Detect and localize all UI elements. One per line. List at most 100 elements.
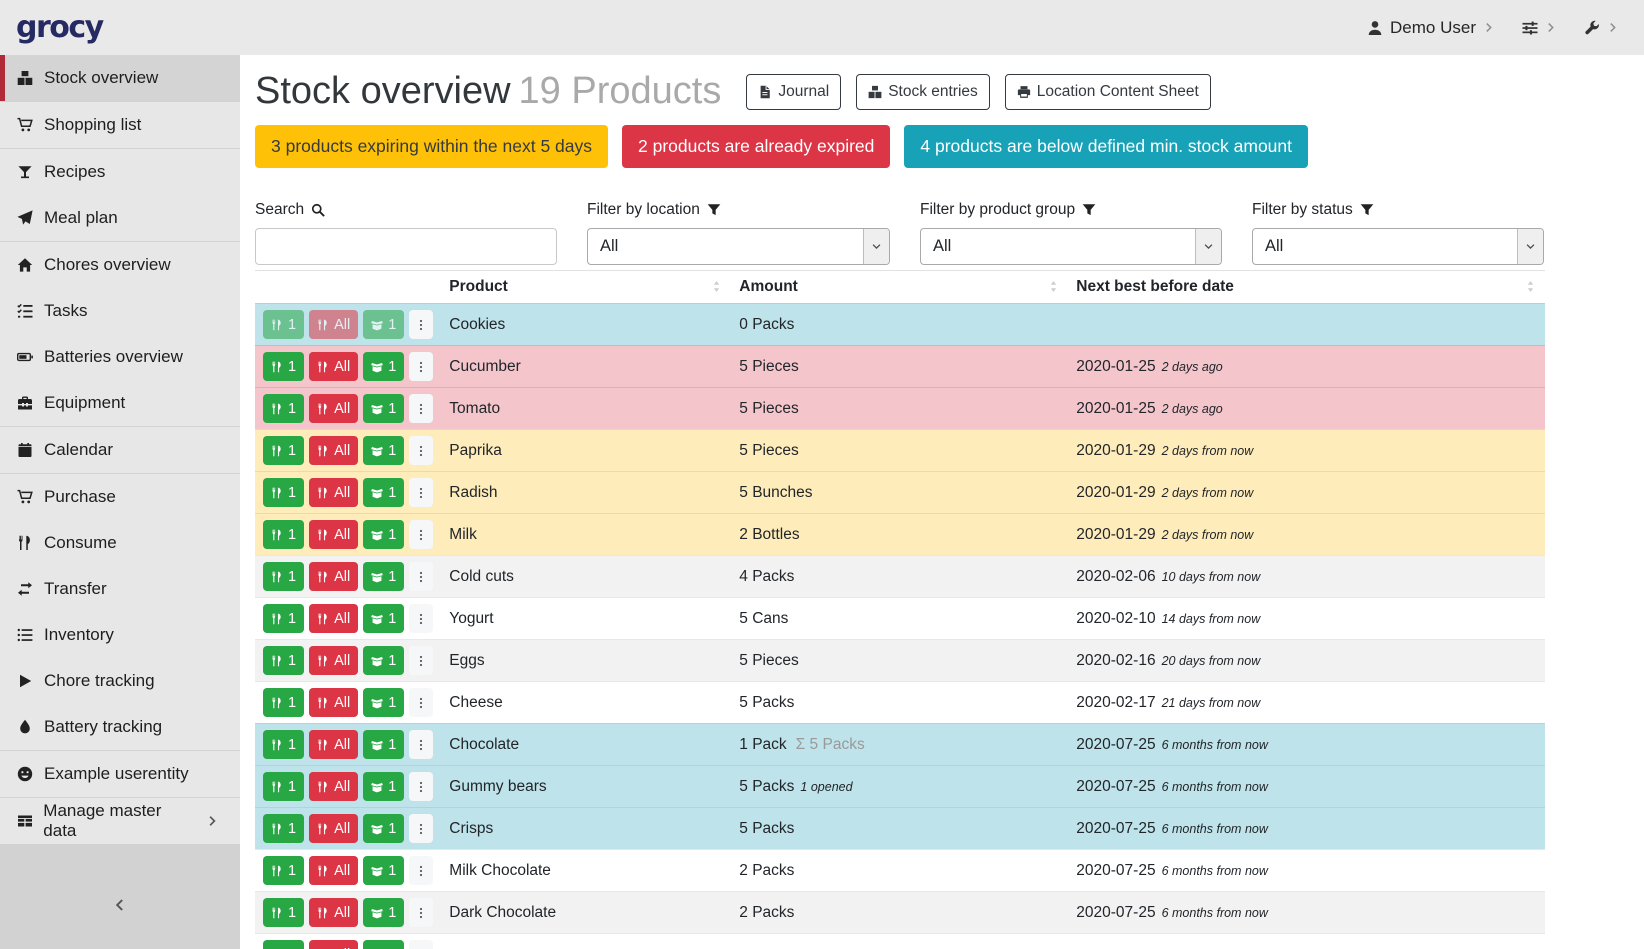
- consume-one-button[interactable]: 1: [263, 688, 304, 717]
- sidebar-item-calendar[interactable]: Calendar: [0, 427, 240, 473]
- filter-by-status-select[interactable]: All: [1252, 228, 1544, 265]
- sidebar-item-equipment[interactable]: Equipment: [0, 380, 240, 426]
- consume-one-button[interactable]: 1: [263, 814, 304, 843]
- open-one-button[interactable]: 1: [363, 394, 404, 423]
- open-one-button[interactable]: 1: [363, 352, 404, 381]
- consume-all-button[interactable]: All: [309, 478, 358, 507]
- sidebar-item-stock-overview[interactable]: Stock overview: [0, 55, 240, 101]
- row-more-button[interactable]: [409, 646, 433, 675]
- filter-by-location-select[interactable]: All: [587, 228, 890, 265]
- open-one-button[interactable]: 1: [363, 940, 404, 949]
- open-one-button[interactable]: 1: [363, 898, 404, 927]
- sidebar-item-example-userentity[interactable]: Example userentity: [0, 751, 240, 797]
- open-one-button[interactable]: 1: [363, 772, 404, 801]
- sidebar-item-purchase[interactable]: Purchase: [0, 474, 240, 520]
- sidebar-item-shopping-list[interactable]: Shopping list: [0, 102, 240, 148]
- row-more-button[interactable]: [409, 436, 433, 465]
- row-more-button[interactable]: [409, 940, 433, 949]
- consume-one-button[interactable]: 1: [263, 562, 304, 591]
- admin-menu[interactable]: [1584, 20, 1618, 36]
- row-more-button[interactable]: [409, 730, 433, 759]
- sidebar-item-battery-tracking[interactable]: Battery tracking: [0, 704, 240, 750]
- row-more-button[interactable]: [409, 688, 433, 717]
- consume-all-button[interactable]: All: [309, 814, 358, 843]
- row-more-button[interactable]: [409, 814, 433, 843]
- row-more-button[interactable]: [409, 520, 433, 549]
- sidebar-item-recipes[interactable]: Recipes: [0, 149, 240, 195]
- user-menu[interactable]: Demo User: [1367, 18, 1494, 38]
- consume-one-button[interactable]: 1: [263, 310, 304, 339]
- consume-all-button[interactable]: All: [309, 436, 358, 465]
- consume-all-button[interactable]: All: [309, 772, 358, 801]
- open-one-button[interactable]: 1: [363, 520, 404, 549]
- sidebar-collapse-button[interactable]: [0, 844, 240, 949]
- settings-menu[interactable]: [1522, 20, 1556, 36]
- consume-all-button[interactable]: All: [309, 310, 358, 339]
- open-one-button[interactable]: 1: [363, 310, 404, 339]
- stock-entries-button[interactable]: Stock entries: [856, 74, 990, 110]
- row-more-button[interactable]: [409, 352, 433, 381]
- open-one-button[interactable]: 1: [363, 730, 404, 759]
- sidebar-item-transfer[interactable]: Transfer: [0, 566, 240, 612]
- consume-all-button[interactable]: All: [309, 604, 358, 633]
- consume-one-button[interactable]: 1: [263, 478, 304, 507]
- sidebar-item-chore-tracking[interactable]: Chore tracking: [0, 658, 240, 704]
- row-more-button[interactable]: [409, 310, 433, 339]
- product-name: [441, 934, 731, 949]
- sidebar-item-tasks[interactable]: Tasks: [0, 288, 240, 334]
- sidebar-item-manage-master-data[interactable]: Manage master data: [0, 798, 240, 844]
- date-note: 6 months from now: [1162, 822, 1268, 836]
- product-amount: [731, 934, 1068, 949]
- product-name: Yogurt: [441, 598, 731, 640]
- consume-one-button[interactable]: 1: [263, 646, 304, 675]
- sidebar-item-consume[interactable]: Consume: [0, 520, 240, 566]
- consume-all-button[interactable]: All: [309, 730, 358, 759]
- open-one-button[interactable]: 1: [363, 436, 404, 465]
- row-more-button[interactable]: [409, 898, 433, 927]
- consume-all-button[interactable]: All: [309, 352, 358, 381]
- consume-all-button[interactable]: All: [309, 688, 358, 717]
- consume-all-button[interactable]: All: [309, 856, 358, 885]
- consume-one-button[interactable]: 1: [263, 730, 304, 759]
- product-amount: 0 Packs: [731, 304, 1068, 346]
- search-input[interactable]: [255, 228, 557, 265]
- row-more-button[interactable]: [409, 772, 433, 801]
- consume-all-button[interactable]: All: [309, 940, 358, 949]
- location-content-sheet-button[interactable]: Location Content Sheet: [1005, 74, 1211, 110]
- open-one-button[interactable]: 1: [363, 478, 404, 507]
- consume-all-button[interactable]: All: [309, 898, 358, 927]
- consume-one-button[interactable]: 1: [263, 772, 304, 801]
- consume-all-button[interactable]: All: [309, 394, 358, 423]
- journal-button[interactable]: Journal: [746, 74, 841, 110]
- open-one-button[interactable]: 1: [363, 688, 404, 717]
- sidebar-item-inventory[interactable]: Inventory: [0, 612, 240, 658]
- row-more-button[interactable]: [409, 478, 433, 507]
- consume-one-button[interactable]: 1: [263, 604, 304, 633]
- consume-one-button[interactable]: 1: [263, 940, 304, 949]
- consume-one-button[interactable]: 1: [263, 520, 304, 549]
- sidebar-item-meal-plan[interactable]: Meal plan: [0, 195, 240, 241]
- consume-one-button[interactable]: 1: [263, 436, 304, 465]
- row-more-button[interactable]: [409, 562, 433, 591]
- open-one-button[interactable]: 1: [363, 562, 404, 591]
- consume-one-button[interactable]: 1: [263, 856, 304, 885]
- row-more-button[interactable]: [409, 604, 433, 633]
- consume-one-button[interactable]: 1: [263, 394, 304, 423]
- filter-by-product-group-select[interactable]: All: [920, 228, 1222, 265]
- open-one-button[interactable]: 1: [363, 604, 404, 633]
- consume-all-button[interactable]: All: [309, 646, 358, 675]
- consume-one-button[interactable]: 1: [263, 898, 304, 927]
- sidebar-item-batteries-overview[interactable]: Batteries overview: [0, 334, 240, 380]
- row-more-button[interactable]: [409, 856, 433, 885]
- open-one-button[interactable]: 1: [363, 814, 404, 843]
- consume-all-button[interactable]: All: [309, 520, 358, 549]
- sidebar-item-chores-overview[interactable]: Chores overview: [0, 242, 240, 288]
- open-one-button[interactable]: 1: [363, 646, 404, 675]
- column-header-amount[interactable]: Amount: [731, 271, 1068, 304]
- row-more-button[interactable]: [409, 394, 433, 423]
- column-header-date[interactable]: Next best before date: [1068, 271, 1545, 304]
- consume-all-button[interactable]: All: [309, 562, 358, 591]
- column-header-product[interactable]: Product: [441, 271, 731, 304]
- open-one-button[interactable]: 1: [363, 856, 404, 885]
- consume-one-button[interactable]: 1: [263, 352, 304, 381]
